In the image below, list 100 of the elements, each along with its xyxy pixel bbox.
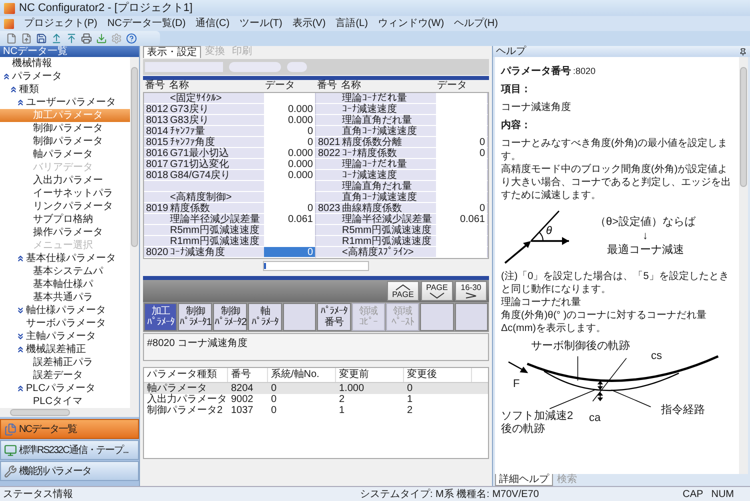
tree-item[interactable]: 誤差補正パラ	[0, 356, 130, 369]
new-file-icon[interactable]	[6, 33, 17, 44]
diagram-label: ソフト加減速2	[501, 410, 574, 422]
table-cell-text: 0	[270, 405, 278, 416]
menu-item[interactable]: 言語(L)	[336, 16, 368, 31]
nav-button[interactable]: 機能別パラメータ	[0, 461, 139, 481]
help-icon[interactable]	[126, 33, 137, 44]
table-cell: 理論ｺｰﾅだれ量	[340, 93, 436, 104]
tree-item[interactable]: 入出力パラメー	[0, 174, 130, 187]
tree-item[interactable]: サブプロ格納	[0, 213, 130, 226]
table-cell: G73戻り	[168, 104, 264, 115]
tree-item[interactable]: 機械誤差補正	[0, 343, 130, 356]
tree-item[interactable]: パラメータ	[0, 70, 130, 83]
scrollbar[interactable]	[263, 261, 369, 271]
menu-item[interactable]: プロジェクト(P)	[24, 16, 98, 31]
page-button[interactable]: 16-30	[455, 281, 487, 301]
tree-item[interactable]: ユーザーパラメータ	[0, 96, 130, 109]
table-cell-text: 1.000	[338, 383, 366, 394]
tree-item[interactable]: PLCパラメータ	[0, 382, 130, 395]
scroll-thumb[interactable]	[740, 67, 747, 187]
help-paragraph: コーナとみなすべき角度(外角)の最小値を設定します。	[501, 137, 729, 163]
table-cell-text: 入出力パラメータ	[146, 394, 228, 405]
chevrons-up-icon[interactable]	[2, 72, 11, 81]
tree-item[interactable]: 制御パラメータ	[0, 135, 130, 148]
table-cell: 0	[264, 137, 316, 148]
scroll-thumb[interactable]	[10, 409, 70, 416]
function-key[interactable]	[420, 303, 454, 331]
function-key[interactable]: 加工 ﾊﾟﾗﾒｰﾀ	[144, 303, 178, 331]
table-cell: R5mm円弧減速速度	[168, 225, 264, 236]
tree-item[interactable]: 軸仕様パラメータ	[0, 304, 130, 317]
function-key[interactable]: 制御 ﾊﾟﾗﾒｰﾀ2	[213, 303, 248, 331]
chevrons-up-icon[interactable]	[16, 384, 25, 393]
tree-item[interactable]: 制御パラメータ	[0, 122, 130, 135]
chevrons-up-icon[interactable]	[16, 98, 25, 107]
table-cell: ｺｰﾅ減速速度	[340, 104, 436, 115]
table-cell: ｺｰﾅ精度係数	[340, 148, 436, 159]
table-cell: 8023	[316, 203, 340, 214]
tab[interactable]: 表示・設定	[143, 46, 201, 58]
menu-item[interactable]: 表示(V)	[292, 16, 326, 31]
settings-icon[interactable]	[111, 33, 122, 44]
status-text: システムタイプ: M系 機種名: M70V/E70	[360, 488, 540, 501]
status-indicator: NUM	[710, 488, 735, 501]
scrollbar[interactable]	[739, 57, 748, 474]
tree-item[interactable]: 操作パラメータ	[0, 226, 130, 239]
download-icon[interactable]	[96, 33, 107, 44]
result-text: 最適コーナ減速	[606, 243, 684, 257]
scrollbar[interactable]	[130, 57, 139, 408]
chevrons-up-icon[interactable]	[9, 85, 18, 94]
menu-item[interactable]: ツール(T)	[240, 16, 282, 31]
page-button[interactable]: PAGE	[421, 281, 453, 301]
tree-item[interactable]: 基本軸仕様パ	[0, 278, 130, 291]
tree-item[interactable]: 誤差データ	[0, 369, 130, 382]
printer-icon[interactable]	[81, 33, 92, 44]
menu-item[interactable]: ウィンドウ(W)	[378, 16, 444, 31]
table-cell-text: 0	[270, 383, 278, 394]
panel-title: ヘルプ	[496, 46, 526, 57]
function-key[interactable]: ﾊﾟﾗﾒｰﾀ 番号	[317, 303, 350, 331]
tree-item[interactable]: リンクパラメータ	[0, 200, 130, 213]
tree-item[interactable]: 軸パラメータ	[0, 148, 130, 161]
chevrons-down-icon[interactable]	[16, 332, 25, 341]
tree-item[interactable]: イーサネットパラ	[0, 187, 130, 200]
function-key[interactable]: 制御 ﾊﾟﾗﾒｰﾀ1	[178, 303, 212, 331]
open-file-icon[interactable]	[21, 33, 32, 44]
function-key[interactable]	[454, 303, 488, 331]
tree-item[interactable]: 機械情報	[0, 57, 130, 70]
tab[interactable]: 詳細ヘルプ	[495, 474, 553, 486]
chevrons-up-icon[interactable]	[16, 345, 25, 354]
scroll-thumb[interactable]	[264, 263, 266, 269]
tree-item[interactable]: 基本システムパ	[0, 265, 130, 278]
table-cell: 直角ｺｰﾅ減速速度	[340, 126, 436, 137]
nav-button[interactable]: 標準RS232C通信・テープ...	[0, 440, 139, 460]
table-row[interactable]: 軸パラメータ 8204 0 1.000 0	[144, 383, 488, 394]
column-header: 変更前	[336, 368, 404, 382]
menu-item[interactable]: NCデータ一覧(D)	[107, 16, 186, 31]
chevron-right-icon	[465, 292, 477, 298]
menu-item[interactable]: ヘルプ(H)	[454, 16, 498, 31]
table-cell: ﾁｬﾝﾌｧ量	[168, 126, 264, 137]
tree-item[interactable]: PLCタイマ	[0, 395, 130, 408]
pin-icon[interactable]	[739, 48, 747, 56]
chevrons-up-icon[interactable]	[16, 254, 25, 263]
tree-item[interactable]: サーボパラメータ	[0, 317, 130, 330]
chevrons-down-icon[interactable]	[16, 306, 25, 315]
tree-item[interactable]: 基本仕様パラメータ	[0, 252, 130, 265]
function-key[interactable]: 軸 ﾊﾟﾗﾒｰﾀ	[248, 303, 282, 331]
scrollbar[interactable]	[0, 408, 139, 417]
menu-item[interactable]: 通信(C)	[196, 16, 230, 31]
tree-item[interactable]: 種類	[0, 83, 130, 96]
scroll-thumb[interactable]	[131, 67, 138, 247]
save-icon[interactable]	[36, 33, 47, 44]
function-key[interactable]	[282, 303, 316, 331]
tree-item[interactable]: 基本共通パラ	[0, 291, 130, 304]
table-cell-text: 2	[406, 405, 414, 416]
arrow-up-icon[interactable]	[51, 33, 62, 44]
arrow-up-icon[interactable]	[66, 33, 77, 44]
column-header: データ	[437, 80, 468, 92]
tree-item[interactable]: 主軸パラメータ	[0, 330, 130, 343]
page-button[interactable]: PAGE	[387, 281, 419, 301]
table-cell: 0.000	[264, 104, 316, 115]
column-header: 番号	[228, 368, 268, 382]
nav-button[interactable]: NCデータ一覧	[0, 419, 139, 439]
